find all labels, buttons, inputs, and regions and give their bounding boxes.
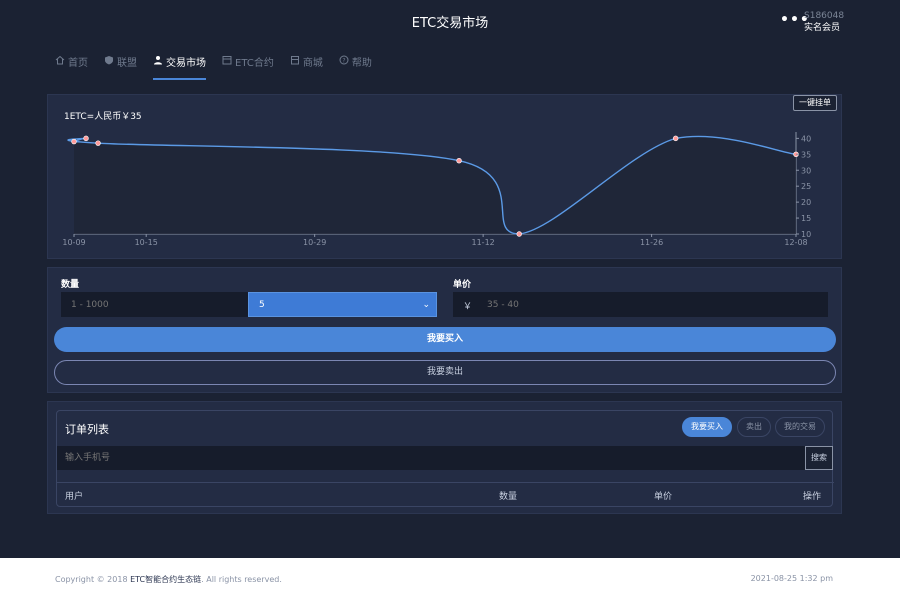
x-tick-label: 12-08 bbox=[784, 238, 807, 247]
nav-label: 首页 bbox=[68, 58, 88, 69]
copyright-prefix: Copyright © 2018 bbox=[55, 575, 131, 584]
tab-sell[interactable]: 卖出 bbox=[737, 417, 771, 437]
orders-table-header: 用户 数量 单价 操作 bbox=[57, 482, 834, 506]
y-tick-label: 10 bbox=[801, 230, 811, 239]
column-price: 单价 bbox=[654, 492, 673, 502]
shield-icon bbox=[105, 56, 113, 65]
price-field: ￥ bbox=[453, 292, 828, 317]
x-tick-label: 10-29 bbox=[303, 238, 326, 247]
nav-item-help[interactable]: ? 帮助 bbox=[339, 54, 372, 80]
y-tick-label: 20 bbox=[801, 198, 811, 207]
user-icon bbox=[154, 56, 162, 65]
data-point-10-09 bbox=[71, 138, 77, 145]
data-point-11-28 bbox=[672, 135, 679, 142]
nav-label: ETC合约 bbox=[235, 58, 274, 69]
market-chart-panel: 1ETC=人民币￥35 一键挂单 10-09 10-15 10-29 11-12 11-… bbox=[47, 94, 842, 259]
data-point-11-15 bbox=[516, 231, 522, 237]
y-tick-label: 15 bbox=[801, 214, 811, 223]
user-info[interactable]: S186048 实名会员 bbox=[804, 10, 844, 34]
quantity-select[interactable]: 5 ⌄ bbox=[248, 292, 437, 317]
y-tick-label: 40 bbox=[801, 134, 811, 143]
chart-y-ticks: 10 15 20 25 30 35 40 bbox=[796, 134, 811, 239]
copyright-brand-link[interactable]: ETC智能合约生态链 bbox=[130, 575, 201, 584]
copyright-suffix: . All rights reserved. bbox=[201, 575, 282, 584]
nav-label: 商城 bbox=[302, 58, 323, 69]
buy-button[interactable]: 我要买入 bbox=[54, 327, 836, 352]
phone-search-input[interactable] bbox=[57, 446, 805, 470]
user-role: 实名会员 bbox=[804, 23, 841, 33]
main-nav: 首页 联盟 交易市场 ETC合约 商城 ? 帮助 bbox=[55, 54, 388, 80]
orders-panel: 订单列表 我要买入 卖出 我的交易 搜索 用户 数量 单价 操作 bbox=[47, 401, 842, 514]
app-title: ETC交易市场 bbox=[411, 16, 489, 31]
x-tick-label: 10-09 bbox=[62, 238, 85, 247]
help-icon: ? bbox=[339, 55, 349, 65]
currency-symbol: ￥ bbox=[463, 302, 473, 312]
nav-item-market[interactable]: 交易市场 bbox=[153, 54, 206, 80]
x-tick-label: 11-26 bbox=[640, 238, 663, 247]
chart-area-fill bbox=[67, 136, 797, 234]
data-point-10-11 bbox=[95, 140, 101, 146]
y-tick-label: 30 bbox=[801, 166, 811, 175]
quantity-label: 数量 bbox=[61, 280, 80, 290]
y-tick-label: 35 bbox=[801, 150, 811, 159]
tab-my-trades[interactable]: 我的交易 bbox=[775, 417, 825, 437]
nav-label: 联盟 bbox=[117, 58, 137, 69]
data-point-10-10 bbox=[83, 135, 89, 142]
home-icon bbox=[55, 55, 65, 65]
trade-form-panel: 数量 5 ⌄ 单价 ￥ 我要买入 我要卖出 bbox=[47, 267, 842, 393]
tab-buy[interactable]: 我要买入 bbox=[682, 417, 732, 437]
shop-icon bbox=[290, 56, 299, 65]
chart-x-ticks: 10-09 10-15 10-29 11-12 11-26 12-08 bbox=[62, 234, 808, 247]
footer: Copyright © 2018 ETC智能合约生态链. All rights … bbox=[0, 558, 900, 600]
series-area bbox=[67, 136, 797, 234]
nav-label: 交易市场 bbox=[166, 58, 206, 69]
unit-price-label: 单价 bbox=[453, 280, 472, 290]
user-id: S186048 bbox=[804, 11, 845, 21]
top-bar: ETC交易市场 ••• S186048 实名会员 bbox=[0, 0, 900, 44]
nav-item-shop[interactable]: 商城 bbox=[290, 54, 323, 80]
x-tick-label: 11-12 bbox=[472, 238, 495, 247]
price-chart: 10-09 10-15 10-29 11-12 11-26 12-08 10 15 20 25 3… bbox=[62, 132, 811, 247]
nav-label: 帮助 bbox=[351, 58, 372, 69]
x-tick-label: 10-15 bbox=[135, 238, 158, 247]
price-input[interactable] bbox=[481, 292, 821, 317]
nav-item-alliance[interactable]: 联盟 bbox=[104, 54, 137, 80]
calendar-icon bbox=[222, 56, 232, 65]
copyright: Copyright © 2018 ETC智能合约生态链. All rights … bbox=[55, 574, 282, 585]
data-point-11-10 bbox=[456, 157, 462, 164]
y-tick-label: 25 bbox=[801, 182, 811, 191]
column-action: 操作 bbox=[803, 492, 822, 502]
nav-item-contract[interactable]: ETC合约 bbox=[222, 54, 274, 80]
column-user: 用户 bbox=[65, 492, 84, 502]
search-button[interactable]: 搜索 bbox=[805, 446, 833, 470]
footer-timestamp: 2021-08-25 1:32 pm bbox=[750, 574, 833, 583]
sell-button[interactable]: 我要卖出 bbox=[54, 360, 836, 385]
svg-text:?: ? bbox=[342, 58, 345, 65]
orders-title: 订单列表 bbox=[65, 423, 109, 436]
nav-item-home[interactable]: 首页 bbox=[55, 54, 88, 80]
quantity-select-value: 5 bbox=[259, 300, 265, 310]
column-quantity: 数量 bbox=[499, 492, 518, 502]
chevron-down-icon: ⌄ bbox=[422, 300, 430, 310]
orders-box: 订单列表 我要买入 卖出 我的交易 搜索 用户 数量 单价 操作 bbox=[56, 410, 834, 507]
quantity-input[interactable] bbox=[61, 292, 249, 317]
